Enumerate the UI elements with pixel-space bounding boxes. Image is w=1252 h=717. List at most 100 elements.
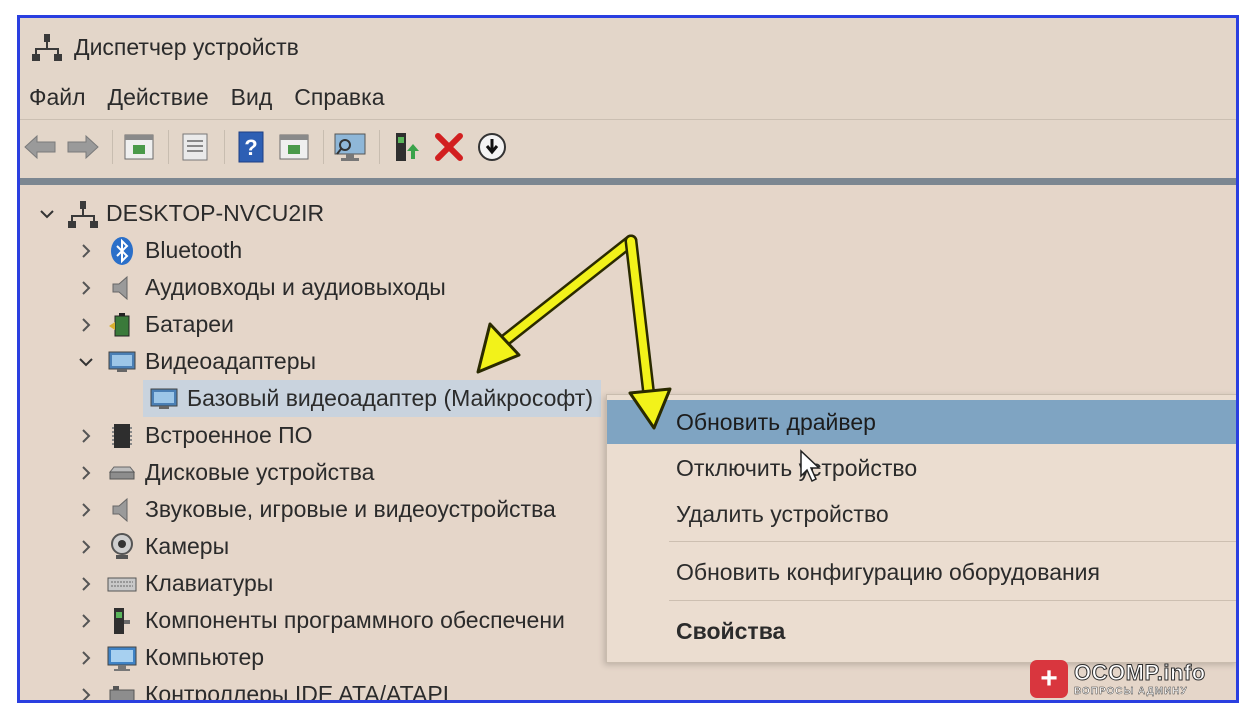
window-title: Диспетчер устройств xyxy=(74,33,299,60)
chevron-right-icon[interactable] xyxy=(77,649,95,667)
bluetooth-icon xyxy=(111,236,133,265)
toolbar-separator xyxy=(168,130,169,164)
context-menu: Обновить драйвер Отключить устройство Уд… xyxy=(606,394,1236,663)
chevron-right-icon[interactable] xyxy=(77,427,95,445)
svg-text:?: ? xyxy=(244,135,257,160)
tree-item-label: Базовый видеоадаптер (Майкрософт) xyxy=(187,385,593,411)
menu-help[interactable]: Справка xyxy=(283,84,395,111)
action-pane-icon xyxy=(279,134,309,160)
display-adapter-icon xyxy=(150,388,178,409)
ide-controller-icon xyxy=(109,685,135,700)
menu-divider xyxy=(20,119,1236,120)
watermark-name: OCOMP.info xyxy=(1074,659,1206,685)
properties-icon xyxy=(182,133,208,161)
chevron-right-icon[interactable] xyxy=(77,575,95,593)
action-pane-button[interactable] xyxy=(276,129,312,165)
chevron-right-icon[interactable] xyxy=(77,242,95,260)
chevron-right-icon[interactable] xyxy=(77,501,95,519)
tree-item-label: Аудиовходы и аудиовыходы xyxy=(145,274,446,300)
menu-item-properties[interactable]: Свойства xyxy=(607,609,1236,653)
sound-icon xyxy=(112,497,128,522)
tree-item-ide-controllers[interactable]: Контроллеры IDE ATA/ATAPI xyxy=(77,676,450,703)
toolbar-separator xyxy=(112,130,113,164)
menu-item-disable-device[interactable]: Отключить устройство xyxy=(607,446,1236,490)
tree-item-keyboards[interactable]: Клавиатуры xyxy=(77,565,273,602)
firmware-icon xyxy=(112,423,132,448)
toolbar-separator xyxy=(379,130,380,164)
chevron-right-icon[interactable] xyxy=(77,316,95,334)
toolbar-separator xyxy=(224,130,225,164)
toolbar-separator xyxy=(323,130,324,164)
chevron-down-icon[interactable] xyxy=(77,353,95,371)
device-manager-icon xyxy=(32,34,62,61)
tree-item-label: Камеры xyxy=(145,533,230,559)
plus-badge-icon: + xyxy=(1030,660,1068,698)
menu-item-update-driver[interactable]: Обновить драйвер xyxy=(607,400,1236,444)
chevron-right-icon[interactable] xyxy=(77,464,95,482)
battery-icon xyxy=(109,312,130,336)
back-button[interactable] xyxy=(22,129,58,165)
tree-item-firmware[interactable]: Встроенное ПО xyxy=(77,417,313,454)
menu-separator xyxy=(669,600,1236,601)
tree-item-label: Контроллеры IDE ATA/ATAPI xyxy=(145,681,450,703)
computer-tree-icon xyxy=(68,200,98,228)
forward-button[interactable] xyxy=(65,129,101,165)
help-button[interactable]: ? xyxy=(233,129,269,165)
scan-hardware-button[interactable] xyxy=(332,129,368,165)
forward-arrow-icon xyxy=(67,134,99,160)
tree-item-sound-video-game[interactable]: Звуковые, игровые и видеоустройства xyxy=(77,491,556,528)
tree-item-cameras[interactable]: Камеры xyxy=(77,528,229,565)
chevron-right-icon[interactable] xyxy=(77,686,95,700)
back-arrow-icon xyxy=(24,134,56,160)
menu-separator xyxy=(669,541,1236,542)
scan-hardware-icon xyxy=(334,133,366,161)
menu-bar: Файл Действие Вид Справка xyxy=(20,78,1236,116)
chevron-right-icon[interactable] xyxy=(77,279,95,297)
menu-action[interactable]: Действие xyxy=(97,84,220,111)
tree-item-batteries[interactable]: Батареи xyxy=(77,306,234,343)
tree-item-label: Видеоадаптеры xyxy=(145,348,317,374)
software-component-icon xyxy=(114,607,130,634)
tree-item-computer[interactable]: Компьютер xyxy=(77,639,264,676)
uninstall-device-icon xyxy=(435,133,463,161)
chevron-down-icon[interactable] xyxy=(38,205,56,223)
tree-item-label: Клавиатуры xyxy=(145,570,274,596)
menu-view[interactable]: Вид xyxy=(220,84,284,111)
update-driver-icon xyxy=(396,133,419,161)
speaker-icon xyxy=(112,275,128,300)
disable-device-icon xyxy=(478,133,506,161)
tree-root-label: DESKTOP-NVCU2IR xyxy=(106,200,325,226)
tree-item-bluetooth[interactable]: Bluetooth xyxy=(77,232,242,269)
tree-item-label: Компьютер xyxy=(145,644,265,670)
tree-item-disk-drives[interactable]: Дисковые устройства xyxy=(77,454,374,491)
chevron-right-icon[interactable] xyxy=(77,612,95,630)
update-driver-button[interactable] xyxy=(388,129,424,165)
tree-item-display-adapters[interactable]: Видеоадаптеры xyxy=(77,343,316,380)
computer-icon xyxy=(107,646,137,671)
menu-item-scan-hardware-changes[interactable]: Обновить конфигурацию оборудования xyxy=(607,550,1236,594)
ocomp-watermark: + OCOMP.info ВОПРОСЫ АДМИНУ xyxy=(1030,655,1240,703)
tree-item-label: Встроенное ПО xyxy=(145,422,313,448)
console-tree-button[interactable] xyxy=(121,129,157,165)
menu-item-uninstall-device[interactable]: Удалить устройство xyxy=(607,492,1236,536)
tree-pane-border xyxy=(20,178,1236,185)
disable-device-button[interactable] xyxy=(474,129,510,165)
properties-button[interactable] xyxy=(177,129,213,165)
watermark-subtitle: ВОПРОСЫ АДМИНУ xyxy=(1074,685,1188,697)
tree-root[interactable]: DESKTOP-NVCU2IR xyxy=(38,195,324,232)
title-bar: Диспетчер устройств xyxy=(20,18,1236,76)
show-hide-console-tree-icon xyxy=(124,134,154,160)
tree-item-basic-display-adapter[interactable]: Базовый видеоадаптер (Майкрософт) xyxy=(143,380,601,417)
tree-item-software-components[interactable]: Компоненты программного обеспечени xyxy=(77,602,565,639)
chevron-right-icon[interactable] xyxy=(77,538,95,556)
tree-item-label: Компоненты программного обеспечени xyxy=(145,607,565,633)
help-icon: ? xyxy=(238,131,264,163)
disk-drive-icon xyxy=(108,466,136,479)
toolbar: ? xyxy=(20,122,1236,172)
keyboard-icon xyxy=(107,577,137,591)
uninstall-device-button[interactable] xyxy=(431,129,467,165)
tree-item-audio-io[interactable]: Аудиовходы и аудиовыходы xyxy=(77,269,446,306)
tree-item-label: Дисковые устройства xyxy=(145,459,375,485)
display-adapter-icon xyxy=(108,351,136,372)
menu-file[interactable]: Файл xyxy=(20,84,97,111)
